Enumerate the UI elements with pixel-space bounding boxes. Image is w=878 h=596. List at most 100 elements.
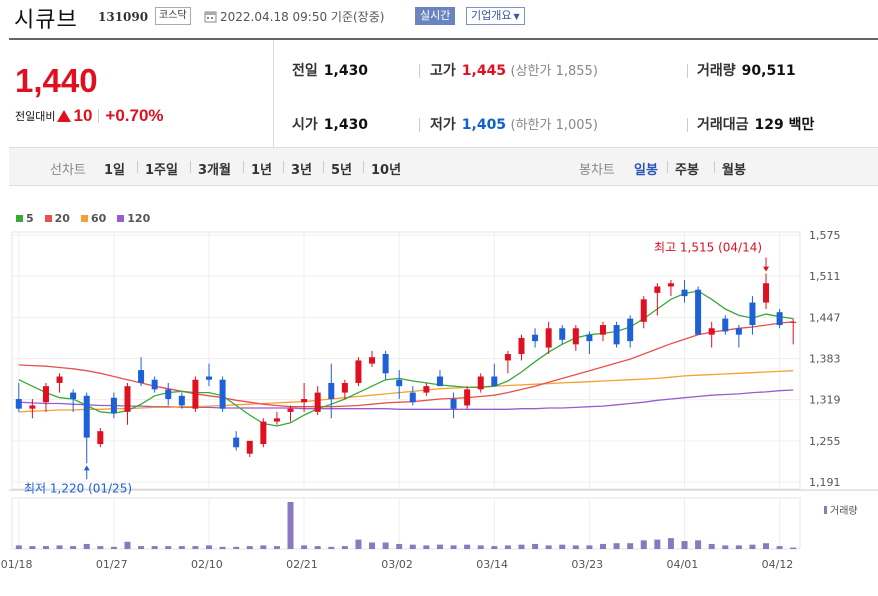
candle-body: [382, 353, 389, 374]
x-tick-label: 04/01: [667, 558, 699, 571]
volume-bar: [532, 543, 539, 549]
candle-body: [314, 392, 321, 412]
volume-legend-swatch: [824, 506, 827, 514]
x-tick-label: 01/27: [96, 558, 128, 571]
y-tick-label: 1,191: [809, 476, 841, 489]
candle-body: [328, 382, 335, 400]
y-tick-label: 1,383: [809, 353, 841, 366]
x-tick-label: 03/14: [476, 558, 508, 571]
x-tick-label: 02/10: [191, 558, 223, 571]
volume-bar: [83, 543, 90, 549]
volume-bar: [695, 540, 702, 549]
volume-bar: [790, 547, 797, 549]
volume-bar: [735, 545, 742, 549]
y-tick-label: 1,255: [809, 435, 841, 448]
volume-bar: [97, 546, 104, 549]
y-tick-label: 1,511: [809, 270, 841, 283]
x-tick-label: 04/12: [762, 558, 794, 571]
volume-bar: [450, 545, 457, 549]
volume-bar: [355, 539, 362, 549]
candle-body: [165, 389, 172, 400]
volume-bar: [749, 544, 756, 549]
volume-bar: [572, 545, 579, 549]
x-tick-label: 03/23: [571, 558, 603, 571]
x-tick-label: 01/18: [1, 558, 33, 571]
volume-bar: [396, 543, 403, 549]
volume-bar: [42, 546, 49, 549]
candle-body: [749, 302, 756, 326]
candle-body: [545, 328, 552, 348]
candle-body: [450, 399, 457, 409]
volume-bar: [776, 546, 783, 549]
candle-body: [369, 357, 376, 364]
volume-bar: [165, 546, 172, 549]
volume-label: 거래량: [830, 505, 858, 517]
candle-body: [735, 328, 742, 335]
candle-body: [695, 289, 702, 335]
candle-body: [151, 379, 158, 390]
candle-body: [355, 360, 362, 383]
volume-bar: [287, 502, 294, 549]
candle-body: [436, 376, 443, 387]
candle-body: [124, 386, 131, 412]
candle-body: [409, 392, 416, 403]
candle-body: [667, 283, 674, 287]
candle-body: [532, 334, 539, 342]
candle-body: [559, 328, 566, 340]
volume-bar: [477, 545, 484, 549]
volume-bar: [722, 545, 729, 549]
volume-bar: [328, 546, 335, 549]
ma20-line: [18, 321, 794, 408]
candle-body: [192, 379, 199, 409]
y-tick-label: 1,575: [809, 229, 841, 242]
volume-bar: [667, 538, 674, 549]
candle-body: [572, 328, 579, 345]
volume-bar: [423, 545, 430, 549]
volume-bar: [124, 541, 131, 549]
low-arrow-head: [83, 465, 90, 471]
volume-bar: [110, 546, 117, 549]
x-tick-label: 03/02: [381, 558, 413, 571]
volume-bar: [409, 544, 416, 549]
volume-bar: [15, 545, 22, 549]
plot-area: [11, 231, 801, 490]
volume-bar: [640, 540, 647, 549]
volume-bar: [70, 546, 77, 549]
high-arrow-head: [763, 266, 770, 272]
volume-bar: [491, 546, 498, 549]
candle-body: [681, 289, 688, 297]
volume-bar: [369, 542, 376, 549]
volume-bar: [545, 545, 552, 549]
candle-body: [627, 318, 634, 342]
candle-body: [763, 283, 770, 303]
candle-body: [287, 408, 294, 412]
candle-body: [504, 353, 511, 361]
candle-body: [491, 376, 498, 387]
candle-body: [83, 395, 90, 438]
volume-bar: [314, 546, 321, 549]
candle-body: [273, 418, 280, 422]
y-tick-label: 1,319: [809, 394, 841, 407]
volume-bar: [559, 544, 566, 549]
candle-body: [640, 299, 647, 322]
candle-body: [396, 379, 403, 387]
candle-body: [206, 376, 212, 380]
candle-body: [518, 337, 525, 354]
volume-bar: [681, 541, 688, 549]
volume-bar: [382, 542, 389, 549]
candle-body: [654, 286, 661, 293]
candle-body: [138, 370, 145, 383]
candle-body: [70, 392, 77, 400]
volume-bar: [29, 546, 36, 549]
candle-body: [178, 395, 185, 406]
price-chart[interactable]: 1,575 1,511 1,447 1,383 1,319 1,255 1,191 01/18…: [0, 0, 878, 596]
candle-body: [15, 399, 22, 409]
volume-bar: [708, 543, 715, 549]
candle-body: [260, 421, 267, 445]
volume-bar: [273, 546, 280, 549]
candle-body: [464, 389, 471, 406]
candle-body: [219, 379, 226, 409]
volume-bar: [518, 544, 525, 549]
volume-bar: [301, 545, 308, 549]
candle-body: [301, 399, 308, 403]
